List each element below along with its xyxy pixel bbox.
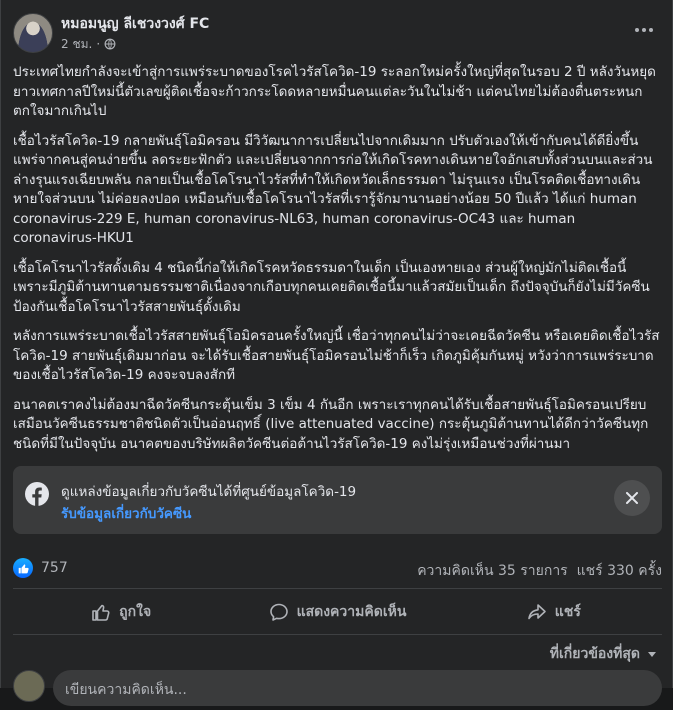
divider: [13, 588, 662, 589]
author-avatar[interactable]: [13, 13, 53, 53]
vaccine-info-box: ดูแหล่งข้อมูลเกี่ยวกับวัคซีนได้ที่ศูนย์ข…: [13, 466, 662, 534]
divider: [13, 634, 662, 635]
post-paragraph: อนาคตเราคงไม่ต้องมาฉีดวัคซีนกระตุ้นเข็ม …: [13, 396, 649, 452]
post-stats: 757 ความคิดเห็น 35 รายการ แชร์ 330 ครั้ง: [13, 558, 662, 582]
comment-icon: [269, 603, 288, 621]
share-button[interactable]: แชร์: [446, 596, 662, 628]
post-actions: ถูกใจ แสดงความคิดเห็น แชร์: [13, 596, 662, 628]
engagement-counts: ความคิดเห็น 35 รายการ แชร์ 330 ครั้ง: [417, 560, 662, 582]
thumbs-up-icon: [92, 604, 110, 621]
share-icon: [527, 604, 546, 620]
post-card: หมอมนูญ ลีเชวงวงศ์ FC 2 ชม. · ประเทศไทยก…: [0, 0, 673, 706]
reactions[interactable]: 757: [13, 558, 68, 578]
like-count: 757: [41, 560, 68, 576]
comment-count[interactable]: ความคิดเห็น 35 รายการ: [417, 560, 568, 582]
post-paragraph: เชื้อโคโรนาไวรัสดั้งเดิม 4 ชนิดนี้ก่อให้…: [13, 259, 650, 315]
comment-composer: เขียนความคิดเห็น...: [13, 670, 662, 710]
user-avatar[interactable]: [13, 670, 45, 702]
like-reaction-icon: [13, 558, 33, 578]
like-label: ถูกใจ: [119, 604, 152, 620]
facebook-icon: [25, 482, 49, 506]
comment-button[interactable]: แสดงความคิดเห็น: [229, 596, 445, 628]
close-icon: [626, 492, 638, 504]
info-box-title: ดูแหล่งข้อมูลเกี่ยวกับวัคซีนได้ที่ศูนย์ข…: [61, 484, 357, 500]
meta-separator: ·: [96, 36, 101, 51]
share-label: แชร์: [554, 604, 581, 620]
post-paragraph: หลังการแพร่ระบาดเชื้อไวรัสสายพันธุ์โอมิค…: [13, 328, 660, 383]
share-count[interactable]: แชร์ 330 ครั้ง: [577, 560, 662, 582]
like-button[interactable]: ถูกใจ: [13, 596, 229, 628]
post-meta: 2 ชม. ·: [61, 36, 209, 52]
post-header: หมอมนูญ ลีเชวงวงศ์ FC 2 ชม. ·: [13, 12, 209, 54]
more-options-icon[interactable]: [630, 20, 658, 40]
comment-sort-label: ที่เกี่ยวข้องที่สุด: [549, 646, 640, 662]
caret-down-icon: [648, 652, 656, 657]
vaccine-info-link[interactable]: รับข้อมูลเกี่ยวกับวัคซีน: [61, 502, 191, 524]
close-button[interactable]: [614, 480, 650, 516]
post-paragraph: เชื้อไวรัสโควิด-19 กลายพันธุ์โอมิครอน มี…: [13, 132, 653, 247]
comment-sort-dropdown[interactable]: ที่เกี่ยวข้องที่สุด: [550, 643, 658, 665]
author-info: หมอมนูญ ลีเชวงวงศ์ FC 2 ชม. ·: [61, 15, 209, 52]
post-body: ประเทศไทยกำลังจะเข้าสู่การแพร่ระบาดของโร…: [13, 63, 663, 464]
globe-icon: [104, 38, 116, 49]
stats-separator: [568, 560, 577, 582]
post-paragraph: ประเทศไทยกำลังจะเข้าสู่การแพร่ระบาดของโร…: [13, 64, 656, 119]
post-time[interactable]: 2 ชม.: [61, 36, 92, 52]
comment-label: แสดงความคิดเห็น: [296, 604, 407, 620]
author-name[interactable]: หมอมนูญ ลีเชวงวงศ์ FC: [61, 15, 209, 33]
comment-input[interactable]: เขียนความคิดเห็น...: [53, 670, 662, 706]
